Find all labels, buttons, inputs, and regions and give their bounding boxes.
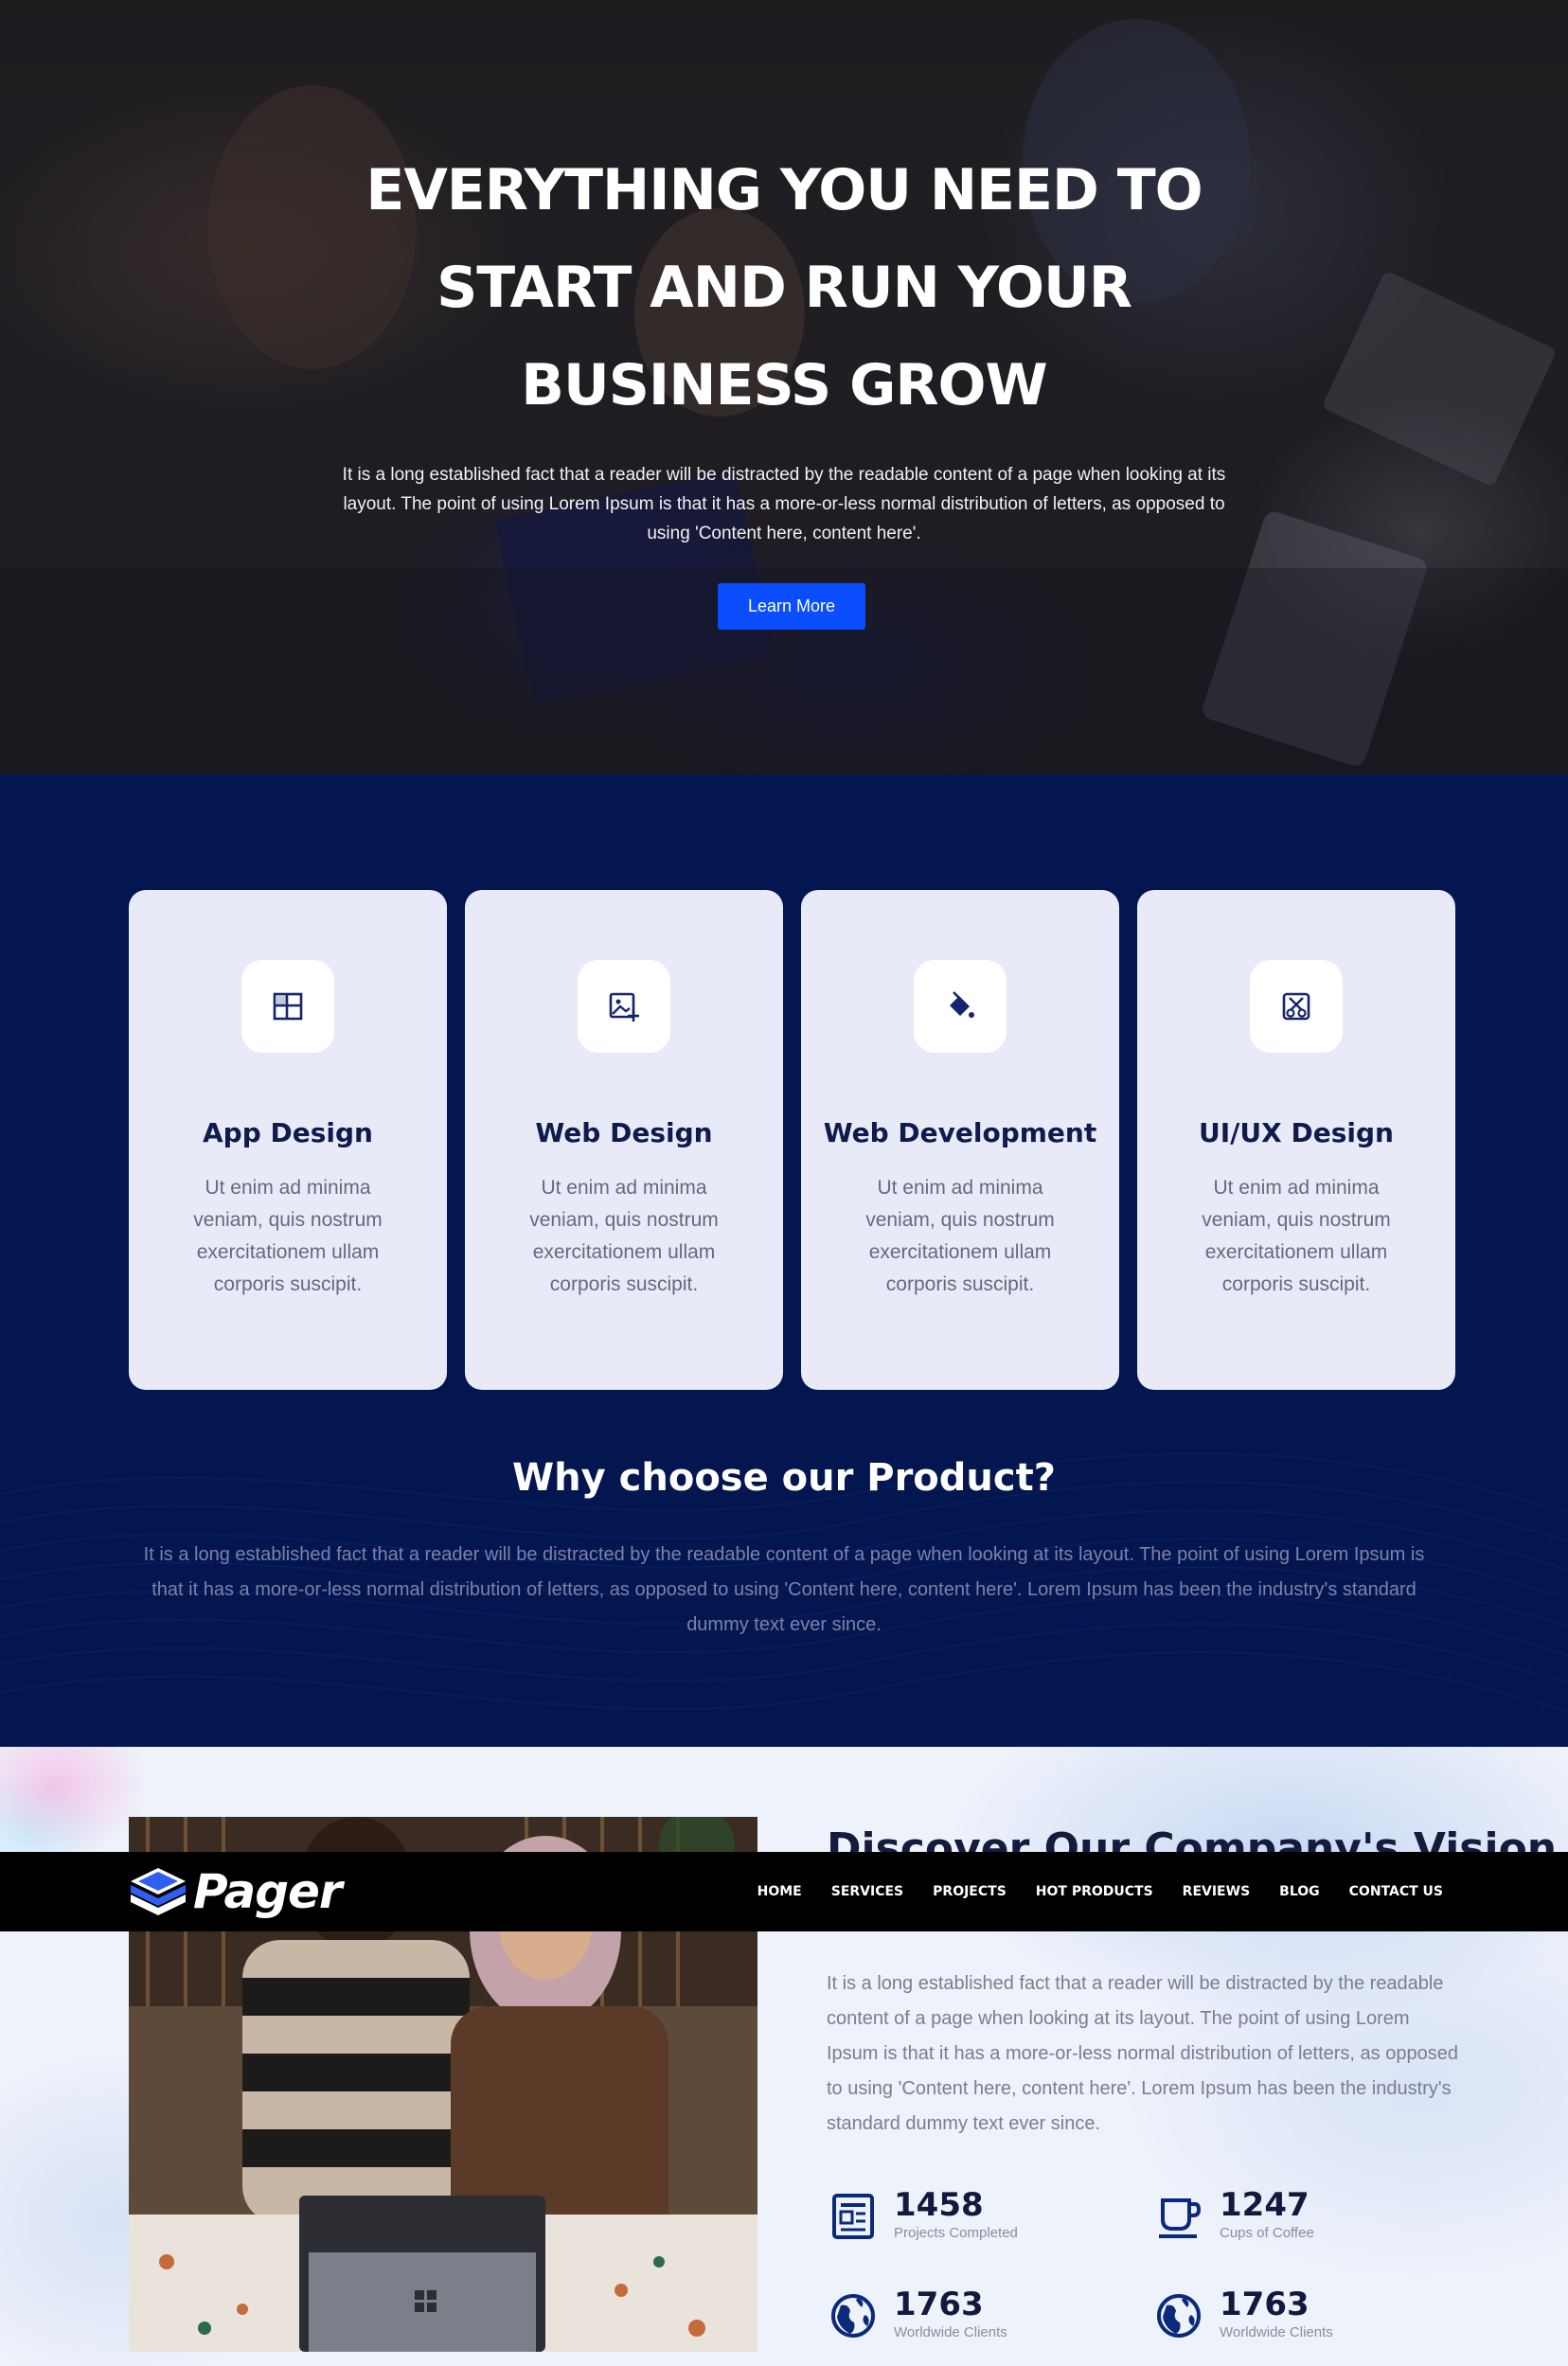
- stat-label: Worldwide Clients: [1220, 2324, 1333, 2340]
- hero-title: EVERYTHING YOU NEED TO START AND RUN YOU…: [0, 142, 1568, 435]
- paint-bucket-icon: [950, 991, 974, 1018]
- why-choose-text: It is a long established fact that a rea…: [143, 1544, 1425, 1635]
- stat-label: Projects Completed: [894, 2225, 1018, 2241]
- service-card-ui-ux-design[interactable]: UI/UX Design Ut enim ad minima veniam, q…: [1137, 890, 1455, 1390]
- stat-worldwide-clients-2: 1763 Worldwide Clients: [1155, 2286, 1333, 2341]
- stat-cups-of-coffee: 1247 Cups of Coffee: [1155, 2187, 1314, 2242]
- nav-item-projects[interactable]: PROJECTS: [933, 1884, 1007, 1899]
- card-text: Ut enim ad minima veniam, quis nostrum e…: [865, 1177, 1055, 1295]
- hero-title-line: BUSINESS GROW: [521, 352, 1047, 418]
- layout-icon: [273, 992, 303, 1021]
- card-text: Ut enim ad minima veniam, quis nostrum e…: [193, 1177, 383, 1295]
- stat-value: 1458: [894, 2186, 984, 2224]
- card-title: App Design: [203, 1117, 373, 1148]
- vision-text: It is a long established fact that a rea…: [827, 1973, 1458, 2134]
- logo-text: Pager: [193, 1864, 343, 1919]
- nav-menu: HOME SERVICES PROJECTS HOT PRODUCTS REVI…: [728, 1852, 1443, 1931]
- card-title: UI/UX Design: [1199, 1117, 1394, 1148]
- hero-title-line: EVERYTHING YOU NEED TO: [365, 157, 1203, 223]
- stat-value: 1247: [1220, 2186, 1310, 2224]
- services-section: App Design Ut enim ad minima veniam, qui…: [0, 774, 1568, 1747]
- logo[interactable]: Pager: [129, 1863, 343, 1920]
- stat-value: 1763: [894, 2286, 984, 2323]
- stat-label: Cups of Coffee: [1220, 2225, 1314, 2241]
- design-tools-icon: [1282, 992, 1310, 1021]
- nav-item-hot-products[interactable]: HOT PRODUCTS: [1036, 1884, 1153, 1899]
- stat-worldwide-clients: 1763 Worldwide Clients: [829, 2286, 1007, 2341]
- nav-item-services[interactable]: SERVICES: [831, 1884, 903, 1899]
- image-add-icon: [609, 992, 639, 1022]
- icon-box: [914, 960, 1007, 1053]
- icon-box: [241, 960, 334, 1053]
- layers-logo-icon: [131, 1868, 186, 1915]
- card-title: Web Design: [535, 1117, 713, 1148]
- card-title: Web Development: [823, 1117, 1097, 1148]
- learn-more-button[interactable]: Learn More: [718, 583, 865, 630]
- globe-icon: [831, 2294, 875, 2338]
- nav-item-home[interactable]: HOME: [757, 1884, 802, 1899]
- hero-description: It is a long established fact that a rea…: [342, 465, 1226, 543]
- nav-item-blog[interactable]: BLOG: [1279, 1884, 1320, 1899]
- service-card-web-development[interactable]: Web Development Ut enim ad minima veniam…: [801, 890, 1119, 1390]
- hero-title-line: START AND RUN YOUR: [437, 255, 1132, 321]
- navbar: Pager HOME SERVICES PROJECTS HOT PRODUCT…: [0, 1852, 1568, 1931]
- service-card-web-design[interactable]: Web Design Ut enim ad minima veniam, qui…: [465, 890, 783, 1390]
- nav-item-reviews[interactable]: REVIEWS: [1183, 1884, 1250, 1899]
- hero-section: EVERYTHING YOU NEED TO START AND RUN YOU…: [0, 0, 1568, 774]
- service-card-app-design[interactable]: App Design Ut enim ad minima veniam, qui…: [129, 890, 447, 1390]
- icon-box: [1250, 960, 1343, 1053]
- newspaper-icon: [832, 2194, 874, 2239]
- why-choose-title: Why choose our Product?: [512, 1456, 1056, 1500]
- coffee-cup-icon: [1159, 2198, 1202, 2238]
- stat-value: 1763: [1220, 2286, 1310, 2323]
- card-text: Ut enim ad minima veniam, quis nostrum e…: [529, 1177, 719, 1295]
- globe-icon: [1157, 2294, 1201, 2338]
- stat-projects-completed: 1458 Projects Completed: [829, 2187, 1018, 2242]
- vision-section: Discover Our Company's Vision It is a lo…: [0, 1747, 1568, 2366]
- card-text: Ut enim ad minima veniam, quis nostrum e…: [1202, 1177, 1391, 1295]
- stat-label: Worldwide Clients: [894, 2324, 1007, 2340]
- nav-item-contact-us[interactable]: CONTACT US: [1349, 1884, 1443, 1899]
- icon-box: [578, 960, 670, 1053]
